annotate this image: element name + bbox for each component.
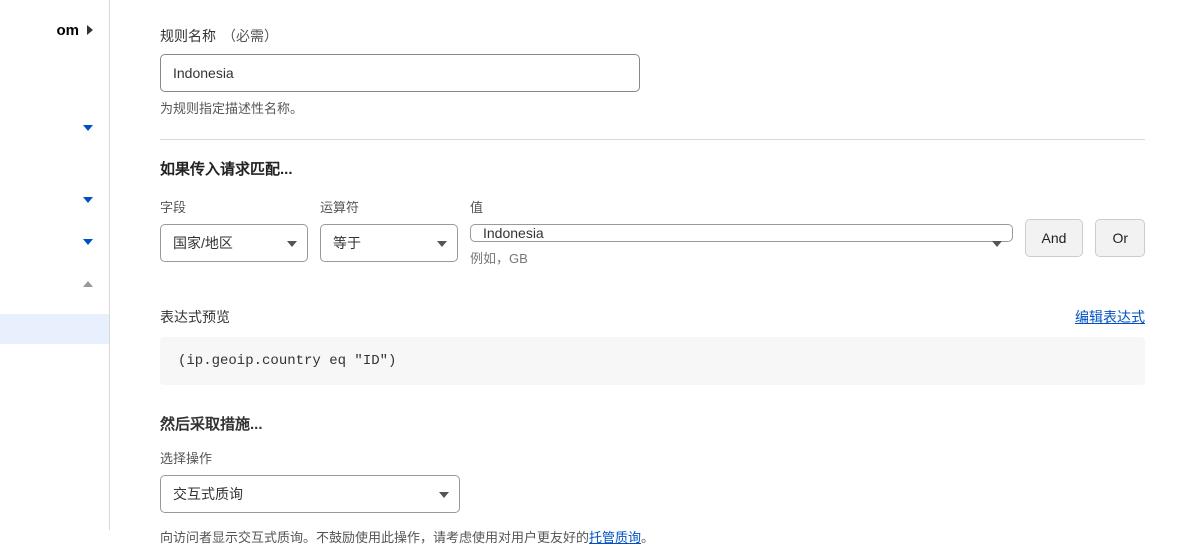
rule-name-input[interactable] [160, 54, 640, 92]
edit-expression-link[interactable]: 编辑表达式 [1075, 307, 1145, 327]
match-row: 字段 国家/地区 运算符 等于 值 Indonesia 例如，GB And Or [160, 197, 1145, 267]
sidebar-toggle-3[interactable] [0, 224, 109, 260]
match-section-title: 如果传入请求匹配... [160, 158, 1145, 179]
field-col-label: 字段 [160, 197, 308, 216]
action-select-value: 交互式质询 [173, 484, 243, 504]
expression-preview: (ip.geoip.country eq "ID") [160, 337, 1145, 385]
value-example: 例如，GB [470, 248, 1013, 267]
rule-name-label: 规则名称（必需） [160, 26, 1145, 46]
chevron-right-icon [87, 25, 93, 35]
sidebar-domain-label: om [57, 22, 80, 39]
chevron-down-icon [992, 241, 1002, 247]
operator-col-label: 运算符 [320, 197, 458, 216]
sidebar-domain-item[interactable]: om [0, 12, 109, 48]
action-select-label: 选择操作 [160, 448, 1145, 467]
hosted-challenge-link[interactable]: 托管质询 [589, 530, 641, 545]
value-select-value: Indonesia [483, 225, 544, 241]
main-content: 规则名称（必需） 为规则指定描述性名称。 如果传入请求匹配... 字段 国家/地… [160, 0, 1145, 546]
field-select-value: 国家/地区 [173, 233, 233, 253]
action-title: 然后采取措施... [160, 413, 1145, 434]
sidebar-toggle-1[interactable] [0, 110, 109, 146]
operator-select[interactable]: 等于 [320, 224, 458, 262]
action-section: 然后采取措施... 选择操作 交互式质询 向访问者显示交互式质询。不鼓励使用此操… [160, 413, 1145, 546]
chevron-down-icon [83, 125, 93, 131]
value-col-label: 值 [470, 197, 1013, 216]
rule-name-help: 为规则指定描述性名称。 [160, 98, 1145, 117]
sidebar: om [0, 0, 110, 530]
chevron-down-icon [437, 241, 447, 247]
field-select[interactable]: 国家/地区 [160, 224, 308, 262]
sidebar-toggle-4[interactable] [0, 266, 109, 302]
chevron-down-icon [287, 241, 297, 247]
sidebar-active-item[interactable] [0, 314, 109, 344]
chevron-up-icon [83, 281, 93, 287]
chevron-down-icon [83, 239, 93, 245]
or-button[interactable]: Or [1095, 219, 1145, 257]
sidebar-toggle-2[interactable] [0, 182, 109, 218]
preview-label: 表达式预览 [160, 307, 230, 327]
operator-select-value: 等于 [333, 233, 361, 253]
and-button[interactable]: And [1025, 219, 1084, 257]
chevron-down-icon [83, 197, 93, 203]
value-select[interactable]: Indonesia [470, 224, 1013, 242]
chevron-down-icon [439, 492, 449, 498]
preview-header: 表达式预览 编辑表达式 [160, 307, 1145, 327]
divider [160, 139, 1145, 140]
action-select[interactable]: 交互式质询 [160, 475, 460, 513]
